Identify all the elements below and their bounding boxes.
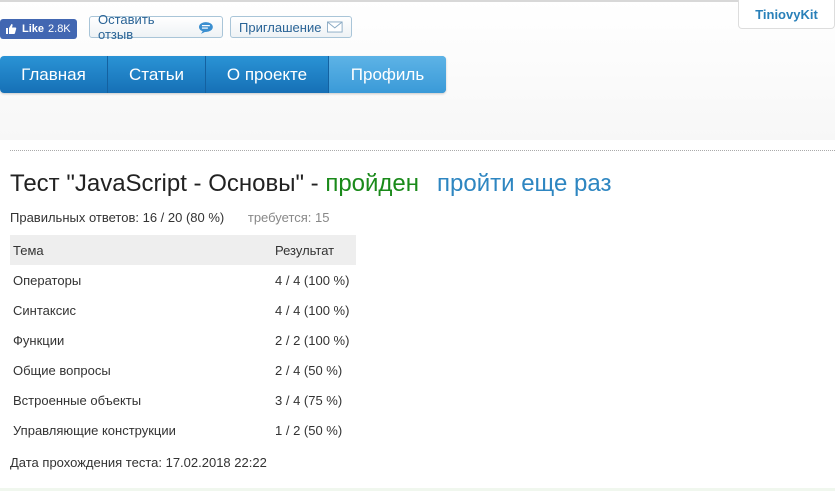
table-row: Операторы 4 / 4 (100 %) [10,265,356,295]
result-cell: 4 / 4 (100 %) [275,302,350,318]
feedback-label: Оставить отзыв [98,12,155,42]
completion-date: Дата прохождения теста: 17.02.2018 22:22 [10,455,267,470]
speech-bubble-icon [199,21,214,34]
thumbs-up-icon [6,24,17,34]
column-header-topic: Тема [10,235,272,265]
correct-answers: Правильных ответов: 16 / 20 (80 %) [10,210,225,225]
topic-cell: Общие вопросы [13,362,111,378]
table-row: Функции 2 / 2 (100 %) [10,325,356,355]
result-cell: 2 / 4 (50 %) [275,362,343,378]
table-row: Управляющие конструкции 1 / 2 (50 %) [10,415,356,445]
topic-cell: Встроенные объекты [13,392,142,408]
page-title: Тест "JavaScript - Основы" - пройден прой… [10,170,611,198]
brand-tab[interactable]: TiniovyKit [738,0,835,29]
nav-profile[interactable]: Профиль [329,56,446,93]
brand-label: TiniovyKit [755,6,818,22]
column-header-result: Результат [272,235,356,265]
result-cell: 1 / 2 (50 %) [275,422,343,438]
test-title: Тест "JavaScript - Основы" - [10,170,326,197]
nav-home[interactable]: Главная [0,56,108,93]
test-status: пройден [325,170,420,197]
nav-about[interactable]: О проекте [206,56,329,93]
topic-cell: Синтаксис [13,302,76,318]
feedback-button[interactable]: Оставить отзыв [89,12,223,42]
nav-articles[interactable]: Статьи [108,56,206,93]
like-label: Like [22,23,45,35]
main-nav: Главная Статьи О проекте Профиль [0,56,446,93]
score-summary: Правильных ответов: 16 / 20 (80 %) требу… [10,210,330,225]
table-row: Синтаксис 4 / 4 (100 %) [10,295,356,325]
content-divider [10,150,835,151]
retry-link[interactable]: пройти еще раз [437,170,611,197]
results-table: Тема Результат Операторы 4 / 4 (100 %) С… [10,235,356,445]
invite-label: Приглашение [239,19,322,35]
topic-cell: Управляющие конструкции [13,422,176,438]
result-cell: 3 / 4 (75 %) [275,392,343,408]
topic-cell: Функции [13,332,65,348]
top-border [0,0,835,2]
required-score: требуется: 15 [247,210,330,225]
facebook-like-button[interactable]: Like 2.8K [0,19,77,39]
table-row: Общие вопросы 2 / 4 (50 %) [10,355,356,385]
topic-cell: Операторы [13,272,82,288]
invite-button[interactable]: Приглашение [230,16,352,38]
result-cell: 2 / 2 (100 %) [275,332,350,348]
like-count: 2.8K [48,23,71,35]
result-cell: 4 / 4 (100 %) [275,272,350,288]
table-row: Встроенные объекты 3 / 4 (75 %) [10,385,356,415]
envelope-icon [327,21,343,33]
table-header-row: Тема Результат [10,235,356,265]
